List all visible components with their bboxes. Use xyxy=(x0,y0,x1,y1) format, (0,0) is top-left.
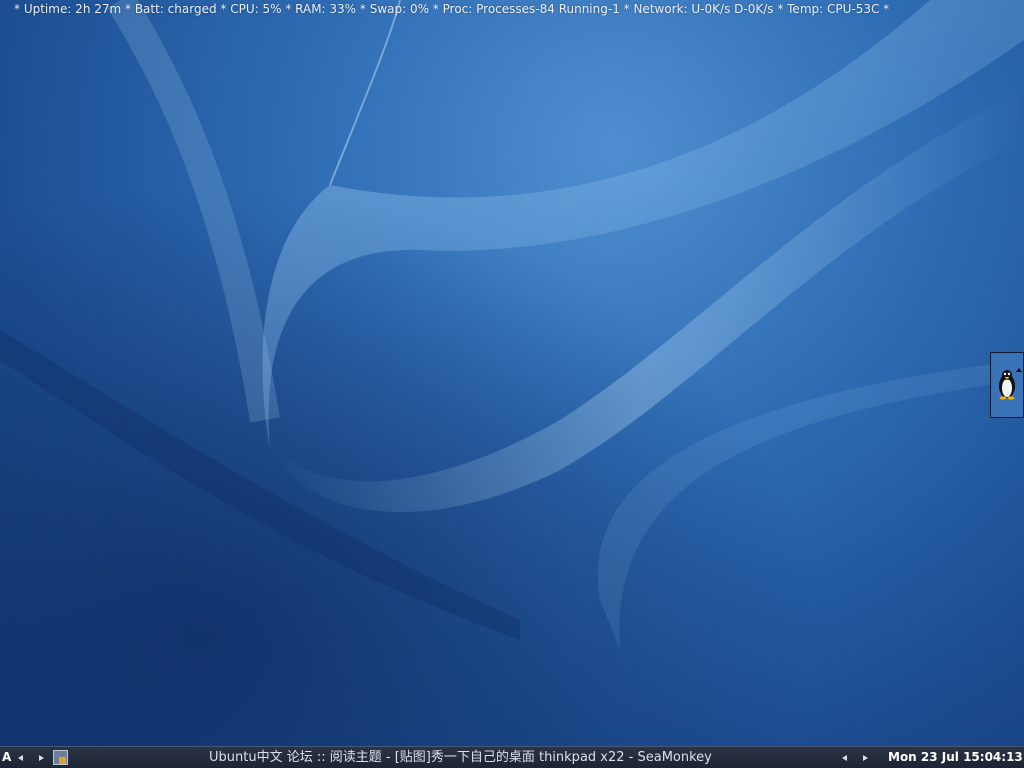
task-title[interactable]: Ubuntu中文 论坛 :: 阅读主题 - [贴图]秀一下自己的桌面 think… xyxy=(209,747,809,768)
prev-task-icon[interactable] xyxy=(842,755,847,761)
wallpaper xyxy=(0,0,1024,746)
taskbar: A Ubuntu中文 论坛 :: 阅读主题 - [贴图]秀一下自己的桌面 thi… xyxy=(0,746,1024,768)
tray-applet[interactable] xyxy=(990,352,1024,418)
prev-desktop-icon[interactable] xyxy=(18,755,23,761)
next-desktop-icon[interactable] xyxy=(39,755,44,761)
next-task-icon[interactable] xyxy=(863,755,868,761)
status-monitor-text: * Uptime: 2h 27m * Batt: charged * CPU: … xyxy=(14,2,890,16)
desktop-label[interactable]: A xyxy=(2,747,11,768)
penguin-icon xyxy=(999,370,1015,400)
seamonkey-icon[interactable] xyxy=(53,750,68,765)
desktop[interactable]: * Uptime: 2h 27m * Batt: charged * CPU: … xyxy=(0,0,1024,746)
clock[interactable]: Mon 23 Jul 15:04:13 xyxy=(888,747,1023,768)
